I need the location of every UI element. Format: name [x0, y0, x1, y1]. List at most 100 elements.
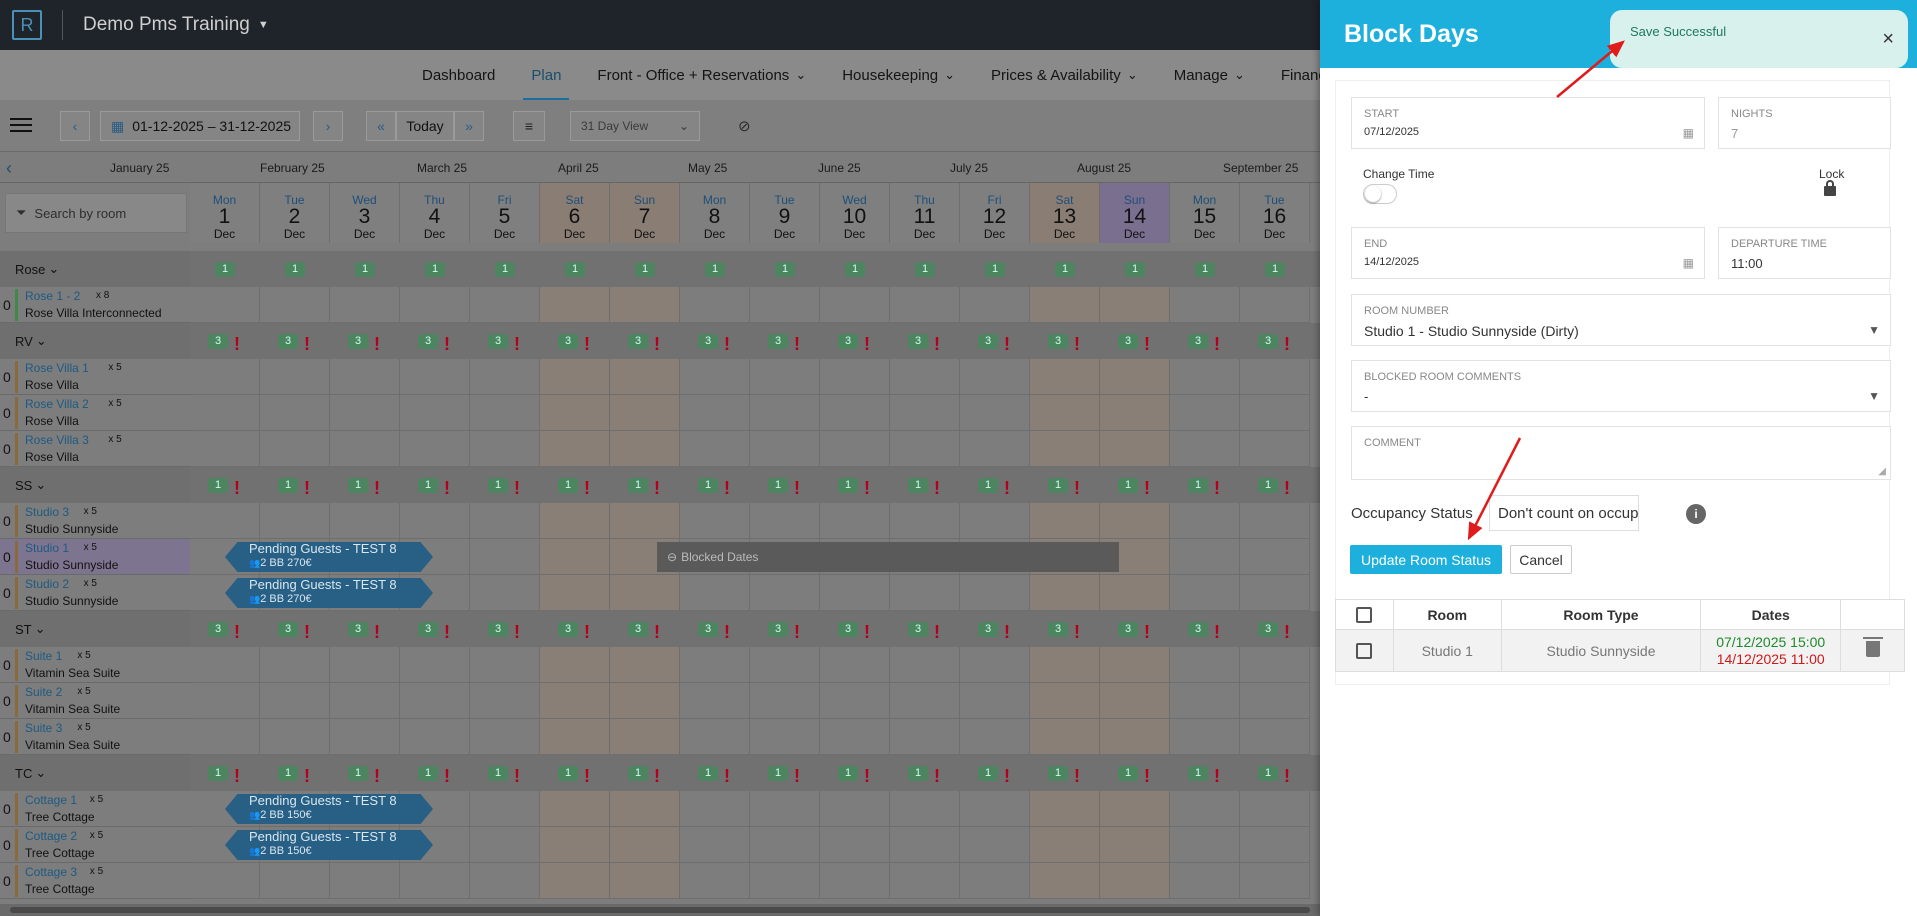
calendar-cell[interactable]: [540, 683, 610, 719]
calendar-cell[interactable]: [750, 431, 820, 467]
calendar-cell[interactable]: [470, 359, 540, 395]
room-name-link[interactable]: Rose Villa 3: [25, 433, 89, 447]
calendar-cell[interactable]: [1170, 503, 1240, 539]
calendar-cell[interactable]: [750, 575, 820, 611]
room-name-link[interactable]: Rose Villa 2: [25, 397, 89, 411]
calendar-cell[interactable]: [820, 395, 890, 431]
calendar-cell[interactable]: [260, 359, 330, 395]
departure-time-field[interactable]: DEPARTURE TIME 11:00: [1718, 227, 1891, 279]
calendar-cell[interactable]: [470, 395, 540, 431]
availability-badge[interactable]: 3: [838, 334, 858, 349]
calendar-cell[interactable]: [1100, 359, 1170, 395]
calendar-cell[interactable]: [540, 359, 610, 395]
month-link[interactable]: September 25: [1223, 161, 1298, 175]
calendar-cell[interactable]: [1170, 719, 1240, 755]
calendar-cell[interactable]: [330, 647, 400, 683]
calendar-cell[interactable]: [750, 287, 820, 323]
calendar-cell[interactable]: [820, 827, 890, 863]
hide-guests-icon[interactable]: ⊘: [738, 117, 751, 135]
calendar-cell[interactable]: [960, 719, 1030, 755]
availability-badge[interactable]: 1: [1118, 478, 1138, 493]
calendar-cell[interactable]: [540, 539, 610, 575]
prev-period-button[interactable]: ‹: [60, 111, 90, 141]
availability-badge[interactable]: 1: [768, 766, 788, 781]
availability-badge[interactable]: 1: [705, 262, 725, 277]
calendar-cell[interactable]: [330, 503, 400, 539]
calendar-cell[interactable]: [1240, 719, 1310, 755]
availability-badge[interactable]: 3: [628, 622, 648, 637]
calendar-cell[interactable]: [1030, 395, 1100, 431]
calendar-cell[interactable]: [1170, 539, 1240, 575]
availability-badge[interactable]: 3: [1188, 334, 1208, 349]
availability-badge[interactable]: 1: [208, 766, 228, 781]
calendar-cell[interactable]: [1030, 287, 1100, 323]
calendar-cell[interactable]: [190, 503, 260, 539]
calendar-cell[interactable]: [1030, 863, 1100, 899]
calendar-cell[interactable]: [610, 827, 680, 863]
calendar-cell[interactable]: [540, 791, 610, 827]
calendar-cell[interactable]: [680, 647, 750, 683]
room-search-input[interactable]: ⏷ Search by room: [5, 193, 187, 233]
calendar-cell[interactable]: [750, 683, 820, 719]
calendar-cell[interactable]: [960, 395, 1030, 431]
calendar-cell[interactable]: [400, 359, 470, 395]
availability-badge[interactable]: 1: [845, 262, 865, 277]
calendar-cell[interactable]: [890, 827, 960, 863]
calendar-cell[interactable]: [960, 575, 1030, 611]
room-row-label[interactable]: 0 Studio 3 x 5 Studio Sunnyside: [0, 503, 190, 539]
calendar-cell[interactable]: [1030, 719, 1100, 755]
calendar-cell[interactable]: [1240, 503, 1310, 539]
calendar-cell[interactable]: [190, 647, 260, 683]
booking-bar[interactable]: Pending Guests - TEST 8 👥2 BB 150€: [225, 830, 433, 860]
nav-item-1[interactable]: Plan: [513, 50, 579, 100]
calendar-cell[interactable]: [190, 395, 260, 431]
calendar-cell[interactable]: [890, 575, 960, 611]
availability-badge[interactable]: 1: [418, 766, 438, 781]
room-number-select[interactable]: ROOM NUMBER Studio 1 - Studio Sunnyside …: [1351, 294, 1891, 346]
calendar-cell[interactable]: [1170, 287, 1240, 323]
availability-badge[interactable]: 1: [908, 766, 928, 781]
calendar-cell[interactable]: [1170, 827, 1240, 863]
fast-back-button[interactable]: «: [366, 111, 396, 141]
calendar-cell[interactable]: [610, 863, 680, 899]
room-group-header[interactable]: ST ⌄: [0, 611, 190, 647]
month-link[interactable]: June 25: [818, 161, 861, 175]
calendar-cell[interactable]: [1030, 683, 1100, 719]
date-range-picker[interactable]: ▦ 01-12-2025 – 31-12-2025: [100, 111, 300, 141]
calendar-cell[interactable]: [960, 683, 1030, 719]
room-row-label[interactable]: 0 Suite 1 x 5 Vitamin Sea Suite: [0, 647, 190, 683]
calendar-cell[interactable]: [890, 431, 960, 467]
room-row-label[interactable]: 0 Suite 2 x 5 Vitamin Sea Suite: [0, 683, 190, 719]
availability-badge[interactable]: 3: [628, 334, 648, 349]
horizontal-scrollbar[interactable]: [0, 904, 1320, 916]
availability-badge[interactable]: 1: [908, 478, 928, 493]
calendar-cell[interactable]: [470, 791, 540, 827]
calendar-cell[interactable]: [1100, 287, 1170, 323]
calendar-cell[interactable]: [400, 503, 470, 539]
room-row-label[interactable]: 0 Cottage 1 x 5 Tree Cottage: [0, 791, 190, 827]
calendar-cell[interactable]: [820, 503, 890, 539]
calendar-cell[interactable]: [1100, 719, 1170, 755]
availability-badge[interactable]: 1: [558, 766, 578, 781]
availability-badge[interactable]: 1: [978, 766, 998, 781]
calendar-cell[interactable]: [1240, 863, 1310, 899]
lock-icon[interactable]: [1824, 180, 1836, 196]
availability-badge[interactable]: 1: [628, 478, 648, 493]
calendar-cell[interactable]: [190, 431, 260, 467]
availability-badge[interactable]: 1: [978, 478, 998, 493]
calendar-cell[interactable]: [820, 575, 890, 611]
availability-badge[interactable]: 3: [978, 334, 998, 349]
availability-badge[interactable]: 3: [768, 334, 788, 349]
availability-badge[interactable]: 1: [698, 766, 718, 781]
calendar-cell[interactable]: [260, 287, 330, 323]
availability-badge[interactable]: 3: [558, 334, 578, 349]
availability-badge[interactable]: 3: [558, 622, 578, 637]
hamburger-icon[interactable]: [10, 118, 32, 132]
room-row-label[interactable]: 0 Rose Villa 2 x 5 Rose Villa: [0, 395, 190, 431]
calendar-cell[interactable]: [1100, 575, 1170, 611]
availability-badge[interactable]: 1: [348, 478, 368, 493]
room-name-link[interactable]: Studio 2: [25, 577, 69, 591]
availability-badge[interactable]: 1: [1195, 262, 1215, 277]
availability-badge[interactable]: 3: [418, 334, 438, 349]
room-name-link[interactable]: Cottage 3: [25, 865, 77, 879]
